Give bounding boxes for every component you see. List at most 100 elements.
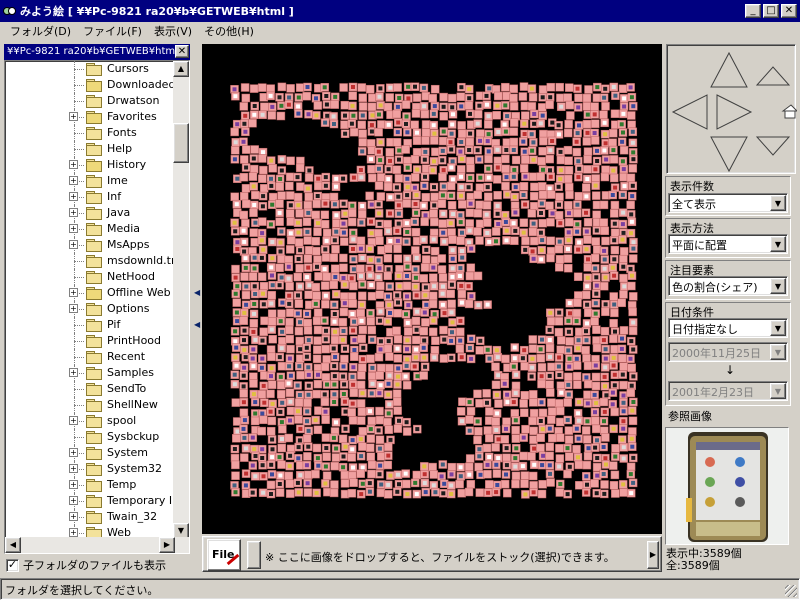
- tree-item[interactable]: + System: [5, 445, 175, 461]
- drop-bar-grip[interactable]: [247, 541, 261, 569]
- tree-item[interactable]: Recent: [5, 349, 175, 365]
- maximize-button[interactable]: □: [763, 4, 779, 18]
- folder-tree-vscrollbar[interactable]: ▲ ▼: [173, 61, 189, 539]
- thumbnail-map[interactable]: [202, 44, 662, 534]
- expand-toggle-icon[interactable]: +: [69, 112, 78, 121]
- expand-toggle-icon[interactable]: +: [69, 208, 78, 217]
- date-mode-select[interactable]: 日付指定なし ▼: [668, 318, 788, 338]
- expand-toggle-icon[interactable]: +: [69, 192, 78, 201]
- expand-toggle-icon[interactable]: +: [69, 304, 78, 313]
- tree-item-label: Samples: [107, 366, 154, 379]
- nav-up-arrow-icon[interactable]: [710, 51, 748, 88]
- thumbnail-tiles[interactable]: [230, 82, 638, 499]
- tree-item[interactable]: + Offline Web P: [5, 285, 175, 301]
- tree-item[interactable]: msdownld.tmp: [5, 253, 175, 269]
- collapse-left-arrow-icon[interactable]: ◀: [194, 288, 200, 297]
- menu-other[interactable]: その他(H): [198, 23, 260, 39]
- chevron-down-icon[interactable]: ▼: [770, 383, 786, 399]
- expand-toggle-icon[interactable]: +: [69, 496, 78, 505]
- nav-home-icon[interactable]: [781, 104, 799, 119]
- tree-item[interactable]: Fonts: [5, 125, 175, 141]
- tree-item[interactable]: Downloaded P: [5, 77, 175, 93]
- left-splitter[interactable]: ◀ ◀: [193, 44, 200, 572]
- tree-item[interactable]: + Temp: [5, 477, 175, 493]
- include-subfolders-checkbox[interactable]: ✓ 子フォルダのファイルも表示: [6, 557, 166, 573]
- drop-bar-scroll-button[interactable]: ▶: [647, 541, 659, 569]
- tree-item[interactable]: + History: [5, 157, 175, 173]
- chevron-down-icon[interactable]: ▼: [770, 195, 786, 211]
- chevron-down-icon[interactable]: ▼: [770, 344, 786, 360]
- expand-toggle-icon[interactable]: +: [69, 176, 78, 185]
- expand-toggle-icon[interactable]: +: [69, 448, 78, 457]
- tree-item[interactable]: + Samples: [5, 365, 175, 381]
- tree-item[interactable]: + spool: [5, 413, 175, 429]
- tree-item[interactable]: PrintHood: [5, 333, 175, 349]
- folder-tree-close-button[interactable]: ✕: [175, 45, 189, 58]
- title-bar[interactable]: みよう絵 [ ¥¥Pc-9821 ra20¥b¥GETWEB¥html ] _ …: [0, 0, 800, 22]
- collapse-left-arrow-icon[interactable]: ◀: [194, 320, 200, 329]
- chevron-down-icon[interactable]: ▼: [770, 278, 786, 294]
- file-drop-bar[interactable]: File ※ ここに画像をドロップすると、ファイルをストック(選択)できます。 …: [202, 536, 662, 572]
- menu-view[interactable]: 表示(V): [148, 23, 198, 39]
- tree-item[interactable]: + Ime: [5, 173, 175, 189]
- tree-item[interactable]: + Inf: [5, 189, 175, 205]
- resize-grip-icon[interactable]: [785, 585, 797, 597]
- scroll-up-button[interactable]: ▲: [173, 61, 189, 77]
- expand-toggle-icon[interactable]: +: [69, 512, 78, 521]
- item-counts: 表示中:3589個 全:3589個: [666, 548, 742, 572]
- minimize-button[interactable]: _: [745, 4, 761, 18]
- tree-item[interactable]: + System32: [5, 461, 175, 477]
- menu-file[interactable]: ファイル(F): [77, 23, 148, 39]
- expand-toggle-icon[interactable]: +: [69, 368, 78, 377]
- expand-toggle-icon[interactable]: +: [69, 240, 78, 249]
- nav-down-arrow-icon[interactable]: [710, 136, 748, 173]
- display-count-value: 全て表示: [672, 198, 716, 211]
- tree-item[interactable]: + Twain_32: [5, 509, 175, 525]
- tree-item[interactable]: SendTo: [5, 381, 175, 397]
- tree-item[interactable]: Help: [5, 141, 175, 157]
- expand-toggle-icon[interactable]: +: [69, 416, 78, 425]
- scroll-right-button[interactable]: ▶: [159, 537, 175, 553]
- thumbnail-map-canvas[interactable]: [202, 44, 662, 534]
- expand-toggle-icon[interactable]: +: [69, 528, 78, 537]
- tree-item[interactable]: NetHood: [5, 269, 175, 285]
- tree-item[interactable]: + Options: [5, 301, 175, 317]
- nav-zoom-out-arrow-icon[interactable]: [755, 136, 791, 156]
- tree-item[interactable]: Cursors: [5, 61, 175, 77]
- expand-toggle-icon[interactable]: +: [69, 480, 78, 489]
- checkbox-box[interactable]: ✓: [6, 558, 19, 572]
- expand-toggle-icon[interactable]: +: [69, 288, 78, 297]
- tree-item[interactable]: + Favorites: [5, 109, 175, 125]
- close-button[interactable]: ✕: [781, 4, 797, 18]
- tree-item[interactable]: Drwatson: [5, 93, 175, 109]
- tree-item[interactable]: ShellNew: [5, 397, 175, 413]
- expand-toggle-icon[interactable]: +: [69, 160, 78, 169]
- display-count-select[interactable]: 全て表示 ▼: [668, 193, 788, 213]
- chevron-down-icon[interactable]: ▼: [770, 320, 786, 336]
- file-stock-button[interactable]: File: [207, 539, 241, 571]
- nav-right-arrow-icon[interactable]: [716, 94, 753, 130]
- expand-toggle-icon[interactable]: +: [69, 464, 78, 473]
- menu-folder[interactable]: フォルダ(D): [4, 23, 77, 39]
- tree-item[interactable]: Pif: [5, 317, 175, 333]
- expand-toggle-icon[interactable]: +: [69, 224, 78, 233]
- date-from-picker[interactable]: 2000年11月25日 ▼: [668, 342, 788, 362]
- chevron-down-icon[interactable]: ▼: [770, 236, 786, 252]
- folder-tree[interactable]: Cursors Downloaded P Drwatson + Favorites Fon…: [4, 60, 190, 554]
- date-to-picker[interactable]: 2001年2月23日 ▼: [668, 381, 788, 401]
- tree-item[interactable]: Sysbckup: [5, 429, 175, 445]
- folder-tree-hscrollbar[interactable]: ◀ ▶: [5, 537, 189, 553]
- tree-item[interactable]: + Media: [5, 221, 175, 237]
- nav-left-arrow-icon[interactable]: [671, 94, 708, 130]
- tree-item[interactable]: + MsApps: [5, 237, 175, 253]
- focus-element-select[interactable]: 色の割合(シェア) ▼: [668, 276, 788, 296]
- display-method-select[interactable]: 平面に配置 ▼: [668, 234, 788, 254]
- tree-item[interactable]: + Java: [5, 205, 175, 221]
- scroll-thumb[interactable]: [173, 123, 189, 163]
- tree-item-label: Ime: [107, 174, 128, 187]
- folder-icon: [86, 207, 102, 220]
- nav-zoom-in-arrow-icon[interactable]: [755, 66, 791, 86]
- scroll-left-button[interactable]: ◀: [5, 537, 21, 553]
- tree-item[interactable]: + Temporary Int: [5, 493, 175, 509]
- folder-tree-header: ¥¥Pc-9821 ra20¥b¥GETWEB¥html ✕: [4, 44, 190, 60]
